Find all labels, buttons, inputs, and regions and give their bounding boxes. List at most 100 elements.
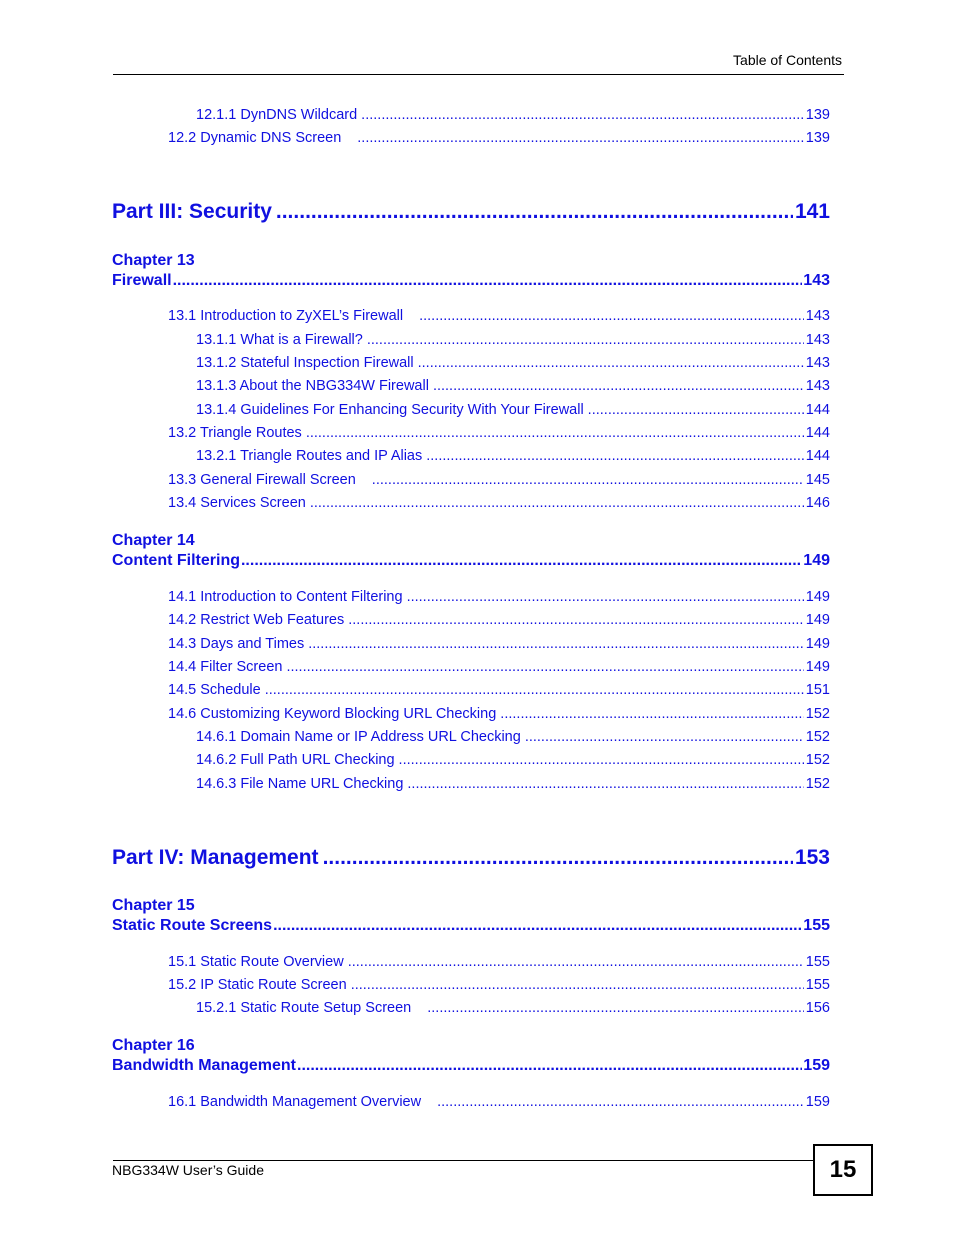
toc-entry[interactable]: 13.1.1 What is a Firewall? 143 — [196, 332, 830, 348]
toc-entry-title: 13.2.1 Triangle Routes and IP Alias — [196, 448, 423, 464]
toc-part-management[interactable]: Part IV: Management 153 — [112, 846, 830, 870]
toc-entry[interactable]: 13.1.2 Stateful Inspection Firewall 143 — [196, 355, 830, 371]
toc-entry[interactable]: 14.6 Customizing Keyword Blocking URL Ch… — [168, 706, 830, 722]
toc-entry-title: 13.4 Services Screen — [168, 495, 306, 511]
toc-entry[interactable]: 14.1 Introduction to Content Filtering 14… — [168, 589, 830, 605]
chapter-title: Static Route Screens — [112, 917, 273, 934]
dot-leader — [173, 272, 803, 290]
toc-part-security[interactable]: Part III: Security 141 — [112, 200, 830, 224]
toc-entry-page: 145 — [805, 472, 830, 488]
toc-entry-title: 13.1.2 Stateful Inspection Firewall — [196, 355, 414, 371]
toc-entry-title: 16.1 Bandwidth Management Overview — [168, 1094, 422, 1110]
toc-entry[interactable]: 12.1.1 DynDNS Wildcard 139 — [196, 107, 830, 123]
toc-entry[interactable]: 14.6.2 Full Path URL Checking 152 — [196, 752, 830, 768]
toc-entry-page: 155 — [805, 977, 830, 993]
toc-entry[interactable]: 15.2.1 Static Route Setup Screen 156 — [196, 1000, 830, 1016]
toc-entry-title: 12.2 Dynamic DNS Screen — [168, 130, 342, 146]
toc-entry[interactable]: 14.2 Restrict Web Features 149 — [168, 612, 830, 628]
dot-leader — [323, 846, 793, 870]
toc-entry[interactable]: 14.3 Days and Times 149 — [168, 636, 830, 652]
part-page: 141 — [794, 200, 830, 223]
chapter-label: Chapter 14 — [112, 532, 195, 549]
dot-leader — [407, 589, 804, 605]
toc-entry[interactable]: 12.2 Dynamic DNS Screen 139 — [168, 130, 830, 146]
dot-leader — [348, 954, 804, 970]
toc-entry-page: 152 — [805, 706, 830, 722]
toc-entry-title: 13.3 General Firewall Screen — [168, 472, 356, 488]
toc-entry-title: 14.4 Filter Screen — [168, 659, 283, 675]
dot-leader — [433, 378, 804, 394]
dot-leader — [361, 107, 804, 123]
toc-entry[interactable]: 13.1.3 About the NBG334W Firewall 143 — [196, 378, 830, 394]
toc-entry-page: 143 — [805, 308, 830, 324]
chapter-page: 155 — [803, 917, 830, 934]
toc-entry-page: 152 — [805, 776, 830, 792]
dot-leader — [351, 977, 804, 993]
toc-entry[interactable]: 13.3 General Firewall Screen 145 — [168, 472, 830, 488]
toc-entry-title: 14.6.3 File Name URL Checking — [196, 776, 404, 792]
toc-chapter-content-filtering[interactable]: Content Filtering 149 — [112, 552, 830, 570]
dot-leader — [525, 729, 804, 745]
dot-leader — [437, 1094, 804, 1110]
part-title: Part III: Security — [112, 200, 272, 223]
toc-entry-title: 14.6 Customizing Keyword Blocking URL Ch… — [168, 706, 497, 722]
toc-entry[interactable]: 16.1 Bandwidth Management Overview 159 — [168, 1094, 830, 1110]
part-title: Part IV: Management — [112, 846, 319, 869]
toc-entry-page: 139 — [805, 130, 830, 146]
dot-leader — [399, 752, 804, 768]
toc-entry-title: 13.1.1 What is a Firewall? — [196, 332, 363, 348]
toc-entry-title: 14.6.1 Domain Name or IP Address URL Che… — [196, 729, 521, 745]
chapter-label: Chapter 15 — [112, 897, 195, 914]
chapter-page: 149 — [803, 552, 830, 569]
dot-leader — [418, 355, 804, 371]
toc-entry-page: 152 — [805, 729, 830, 745]
dot-leader — [297, 1057, 802, 1075]
toc-entry[interactable]: 13.2 Triangle Routes 144 — [168, 425, 830, 441]
toc-entry-title: 14.5 Schedule — [168, 682, 261, 698]
toc-entry[interactable]: 13.2.1 Triangle Routes and IP Alias 144 — [196, 448, 830, 464]
chapter-title: Content Filtering — [112, 552, 240, 569]
toc-entry-title: 15.2.1 Static Route Setup Screen — [196, 1000, 412, 1016]
toc-chapter-bandwidth-management[interactable]: Bandwidth Management 159 — [112, 1057, 830, 1075]
toc-entry-page: 149 — [805, 589, 830, 605]
toc-entry[interactable]: 13.1 Introduction to ZyXEL’s Firewall 143 — [168, 308, 830, 324]
toc-entry-title: 14.6.2 Full Path URL Checking — [196, 752, 395, 768]
toc-entry[interactable]: 13.4 Services Screen 146 — [168, 495, 830, 511]
toc-entry-title: 13.2 Triangle Routes — [168, 425, 302, 441]
chapter-title: Firewall — [112, 272, 172, 289]
toc-chapter-static-route-screens[interactable]: Static Route Screens 155 — [112, 917, 830, 935]
dot-leader — [241, 552, 802, 570]
dot-leader — [426, 448, 804, 464]
dot-leader — [407, 776, 803, 792]
toc-entry[interactable]: 14.6.1 Domain Name or IP Address URL Che… — [196, 729, 830, 745]
toc-entry-page: 143 — [805, 355, 830, 371]
dot-leader — [427, 1000, 804, 1016]
toc-entry-page: 149 — [805, 612, 830, 628]
toc-entry[interactable]: 14.5 Schedule 151 — [168, 682, 830, 698]
toc-entry[interactable]: 15.2 IP Static Route Screen 155 — [168, 977, 830, 993]
chapter-page: 159 — [803, 1057, 830, 1074]
dot-leader — [588, 402, 804, 418]
toc-chapter-firewall[interactable]: Firewall 143 — [112, 272, 830, 290]
toc-entry-title: 13.1.3 About the NBG334W Firewall — [196, 378, 429, 394]
footer-rule — [113, 1160, 814, 1161]
toc-entry[interactable]: 14.4 Filter Screen 149 — [168, 659, 830, 675]
toc-entry-page: 155 — [805, 954, 830, 970]
chapter-title: Bandwidth Management — [112, 1057, 297, 1074]
dot-leader — [372, 472, 804, 488]
dot-leader — [286, 659, 803, 675]
dot-leader — [500, 706, 804, 722]
toc-entry-page: 156 — [805, 1000, 830, 1016]
running-header: Table of Contents — [733, 52, 842, 68]
toc-entry-title: 14.2 Restrict Web Features — [168, 612, 345, 628]
toc-entry-page: 146 — [805, 495, 830, 511]
toc-entry[interactable]: 13.1.4 Guidelines For Enhancing Security… — [196, 402, 830, 418]
toc-entry-page: 144 — [805, 425, 830, 441]
toc-entry[interactable]: 14.6.3 File Name URL Checking 152 — [196, 776, 830, 792]
header-rule — [113, 74, 844, 75]
toc-entry-title: 14.3 Days and Times — [168, 636, 305, 652]
toc-entry-title: 13.1.4 Guidelines For Enhancing Security… — [196, 402, 584, 418]
toc-entry[interactable]: 15.1 Static Route Overview 155 — [168, 954, 830, 970]
toc-entry-title: 12.1.1 DynDNS Wildcard — [196, 107, 358, 123]
dot-leader — [265, 682, 804, 698]
